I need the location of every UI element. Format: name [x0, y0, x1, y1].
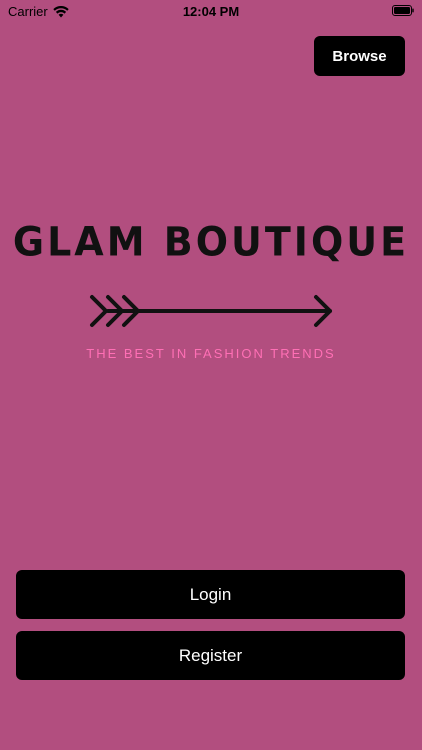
login-button[interactable]: Login [16, 570, 405, 619]
status-time: 12:04 PM [182, 4, 240, 19]
battery-icon [392, 5, 414, 16]
brand-title: GLAM BOUTIQUE [12, 218, 410, 266]
browse-button[interactable]: Browse [314, 36, 405, 76]
brand-tagline: THE BEST IN FASHION TRENDS [86, 346, 336, 361]
register-button[interactable]: Register [16, 631, 405, 680]
arrow-icon [90, 295, 332, 327]
status-bar: Carrier 12:04 PM [0, 0, 422, 22]
